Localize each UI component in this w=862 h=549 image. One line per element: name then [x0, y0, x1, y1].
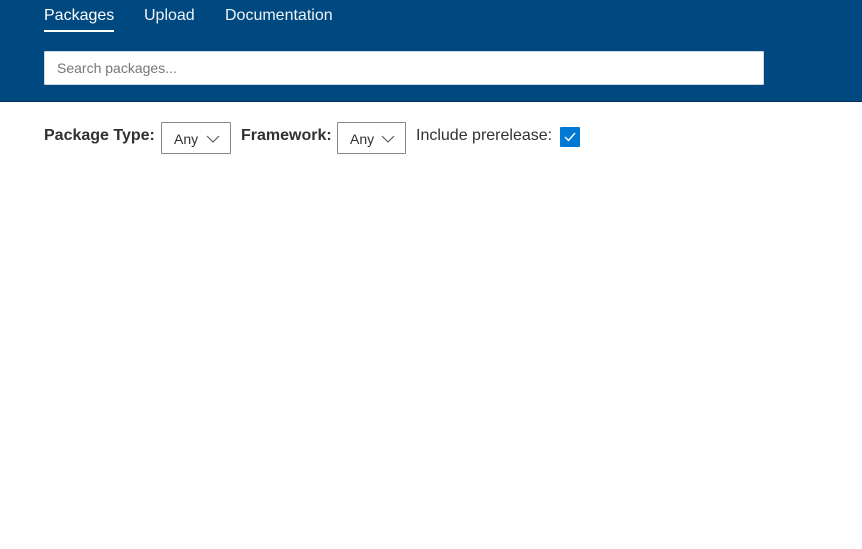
top-header: Packages Upload Documentation	[0, 0, 862, 102]
package-type-value: Any	[174, 131, 199, 147]
search-input[interactable]	[44, 51, 764, 85]
package-type-dropdown[interactable]: Any	[161, 122, 231, 154]
framework-value: Any	[350, 131, 375, 147]
framework-label: Framework:	[241, 127, 332, 144]
checkmark-icon	[564, 132, 576, 142]
prerelease-checkbox[interactable]	[560, 127, 580, 147]
nav-link-packages[interactable]: Packages	[44, 6, 115, 32]
chevron-down-icon	[206, 135, 220, 143]
filter-bar: Package Type: Any Framework: Any Include…	[0, 120, 862, 156]
framework-dropdown[interactable]: Any	[337, 122, 406, 154]
package-type-label: Package Type:	[44, 127, 155, 144]
prerelease-label: Include prerelease:	[416, 127, 553, 144]
chevron-down-icon	[381, 135, 395, 143]
nav-link-upload[interactable]: Upload	[144, 6, 195, 26]
nav-link-documentation[interactable]: Documentation	[225, 6, 333, 26]
